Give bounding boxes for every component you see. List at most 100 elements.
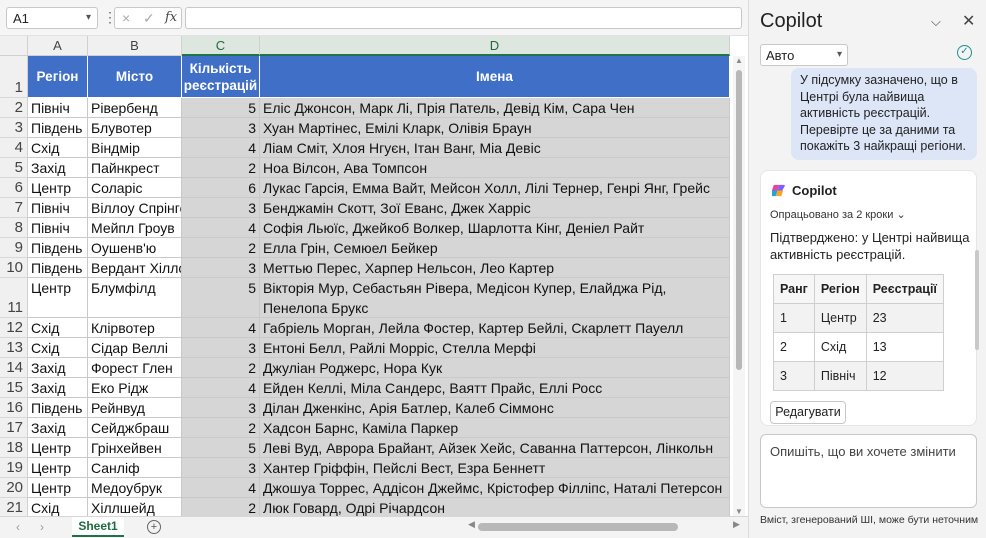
row-number[interactable]: 4 bbox=[0, 138, 28, 158]
edit-button[interactable]: Редагувати bbox=[770, 401, 846, 424]
cell-region[interactable]: Центр bbox=[28, 178, 88, 198]
cell-region[interactable]: Південь bbox=[28, 238, 88, 258]
cell-count[interactable]: 5 bbox=[182, 98, 260, 118]
cell-count[interactable]: 6 bbox=[182, 178, 260, 198]
sheet-tab-sheet1[interactable]: Sheet1 bbox=[72, 517, 124, 537]
cell-region[interactable]: Схід bbox=[28, 138, 88, 158]
cell-names[interactable]: Хадсон Барнс, Каміла Паркер bbox=[260, 418, 730, 438]
cell-count[interactable]: 3 bbox=[182, 258, 260, 278]
header-cell-names[interactable]: Імена bbox=[260, 56, 730, 98]
cell-city[interactable]: Віндмір bbox=[88, 138, 182, 158]
cell-names[interactable]: Елла Грін, Семюел Бейкер bbox=[260, 238, 730, 258]
cell-region[interactable]: Схід bbox=[28, 498, 88, 518]
row-number[interactable]: 11 bbox=[0, 278, 28, 318]
row-number[interactable]: 13 bbox=[0, 338, 28, 358]
cell-names[interactable]: Джуліан Роджерс, Нора Кук bbox=[260, 358, 730, 378]
cell-city[interactable]: Оушенв'ю bbox=[88, 238, 182, 258]
row-number[interactable]: 5 bbox=[0, 158, 28, 178]
cell-region[interactable]: Центр bbox=[28, 438, 88, 458]
cell-names[interactable]: Лукас Гарсія, Емма Вайт, Мейсон Холл, Лі… bbox=[260, 178, 730, 198]
row-number[interactable]: 1 bbox=[0, 56, 28, 98]
column-header-a[interactable]: A bbox=[28, 36, 88, 56]
chevron-down-icon[interactable]: ▾ bbox=[86, 12, 91, 23]
select-all-corner[interactable] bbox=[0, 36, 28, 56]
cell-names[interactable]: Джошуа Торрес, Аддісон Джеймс, Крістофер… bbox=[260, 478, 730, 498]
cell-count[interactable]: 4 bbox=[182, 318, 260, 338]
cell-city[interactable]: Блувотер bbox=[88, 118, 182, 138]
vertical-scrollbar[interactable]: ▲ ▼ bbox=[733, 56, 745, 516]
cell-city[interactable]: Форест Глен bbox=[88, 358, 182, 378]
cell-region[interactable]: Захід bbox=[28, 158, 88, 178]
mode-select[interactable]: Авто ▾ bbox=[760, 44, 848, 66]
cell-city[interactable]: Сейджбраш bbox=[88, 418, 182, 438]
row-number[interactable]: 3 bbox=[0, 118, 28, 138]
cell-count[interactable]: 3 bbox=[182, 198, 260, 218]
cell-count[interactable]: 4 bbox=[182, 378, 260, 398]
cell-region[interactable]: Захід bbox=[28, 378, 88, 398]
row-number[interactable]: 2 bbox=[0, 98, 28, 118]
column-header-b[interactable]: B bbox=[88, 36, 182, 56]
cell-region[interactable]: Південь bbox=[28, 258, 88, 278]
cell-names[interactable]: Софія Льюїс, Джейкоб Волкер, Шарлотта Кі… bbox=[260, 218, 730, 238]
cell-count[interactable]: 3 bbox=[182, 118, 260, 138]
row-number[interactable]: 15 bbox=[0, 378, 28, 398]
scroll-left-icon[interactable]: ◀ bbox=[468, 519, 475, 530]
row-number[interactable]: 6 bbox=[0, 178, 28, 198]
insert-function-icon[interactable]: fx bbox=[165, 10, 177, 25]
header-cell-city[interactable]: Місто bbox=[88, 56, 182, 98]
cell-count[interactable]: 2 bbox=[182, 238, 260, 258]
row-number[interactable]: 19 bbox=[0, 458, 28, 478]
row-number[interactable]: 12 bbox=[0, 318, 28, 338]
cell-city[interactable]: Рейнвуд bbox=[88, 398, 182, 418]
steps-toggle[interactable]: Опрацьовано за 2 кроки ⌄ bbox=[770, 208, 906, 221]
row-number[interactable]: 16 bbox=[0, 398, 28, 418]
row-number[interactable]: 9 bbox=[0, 238, 28, 258]
cell-city[interactable]: Вердант Хіллс bbox=[88, 258, 182, 278]
cell-region[interactable]: Південь bbox=[28, 118, 88, 138]
scroll-down-icon[interactable]: ▼ bbox=[735, 507, 743, 516]
cell-city[interactable]: Еко Рідж bbox=[88, 378, 182, 398]
prompt-input[interactable]: Опишіть, що ви хочете змінити bbox=[760, 434, 977, 508]
cell-city[interactable]: Клірвотер bbox=[88, 318, 182, 338]
cell-count[interactable]: 4 bbox=[182, 478, 260, 498]
cell-count[interactable]: 4 bbox=[182, 218, 260, 238]
cell-city[interactable]: Соларіс bbox=[88, 178, 182, 198]
cancel-icon[interactable]: × bbox=[122, 10, 130, 26]
cell-count[interactable]: 3 bbox=[182, 398, 260, 418]
cell-city[interactable]: Блумфілд bbox=[88, 278, 182, 318]
cell-count[interactable]: 2 bbox=[182, 418, 260, 438]
cell-count[interactable]: 4 bbox=[182, 138, 260, 158]
header-cell-count[interactable]: Кількість реєстрацій bbox=[182, 56, 260, 98]
cell-city[interactable]: Рівербенд bbox=[88, 98, 182, 118]
tab-prev-icon[interactable]: ‹ bbox=[16, 520, 20, 534]
cell-region[interactable]: Центр bbox=[28, 478, 88, 498]
cell-names[interactable]: Леві Вуд, Аврора Брайант, Айзек Хейс, Са… bbox=[260, 438, 730, 458]
cell-names[interactable]: Ентоні Белл, Райлі Морріс, Стелла Мерфі bbox=[260, 338, 730, 358]
row-number[interactable]: 10 bbox=[0, 258, 28, 278]
cell-count[interactable]: 5 bbox=[182, 278, 260, 318]
cell-city[interactable]: Грінхейвен bbox=[88, 438, 182, 458]
close-icon[interactable]: ✕ bbox=[962, 11, 975, 31]
row-number[interactable]: 18 bbox=[0, 438, 28, 458]
cell-names[interactable]: Ейден Келлі, Міла Сандерс, Ваятт Прайс, … bbox=[260, 378, 730, 398]
cell-city[interactable]: Мейпл Гроув bbox=[88, 218, 182, 238]
cell-region[interactable]: Схід bbox=[28, 338, 88, 358]
cell-names[interactable]: Габріель Морган, Лейла Фостер, Картер Бе… bbox=[260, 318, 730, 338]
cell-names[interactable]: Хуан Мартінес, Емілі Кларк, Олівія Браун bbox=[260, 118, 730, 138]
add-sheet-icon[interactable]: + bbox=[147, 520, 161, 534]
cell-names[interactable]: Меттью Перес, Харпер Нельсон, Лео Картер bbox=[260, 258, 730, 278]
cell-region[interactable]: Центр bbox=[28, 458, 88, 478]
row-number[interactable]: 7 bbox=[0, 198, 28, 218]
column-header-d[interactable]: D bbox=[260, 36, 730, 56]
cell-region[interactable]: Північ bbox=[28, 198, 88, 218]
formula-input[interactable] bbox=[185, 7, 742, 29]
cell-count[interactable]: 2 bbox=[182, 498, 260, 518]
cell-count[interactable]: 3 bbox=[182, 458, 260, 478]
cell-city[interactable]: Медоубрук bbox=[88, 478, 182, 498]
cell-count[interactable]: 2 bbox=[182, 358, 260, 378]
row-number[interactable]: 14 bbox=[0, 358, 28, 378]
vertical-scroll-thumb[interactable] bbox=[736, 70, 742, 370]
tab-next-icon[interactable]: › bbox=[40, 520, 44, 534]
header-cell-region[interactable]: Регіон bbox=[28, 56, 88, 98]
cell-region[interactable]: Північ bbox=[28, 218, 88, 238]
